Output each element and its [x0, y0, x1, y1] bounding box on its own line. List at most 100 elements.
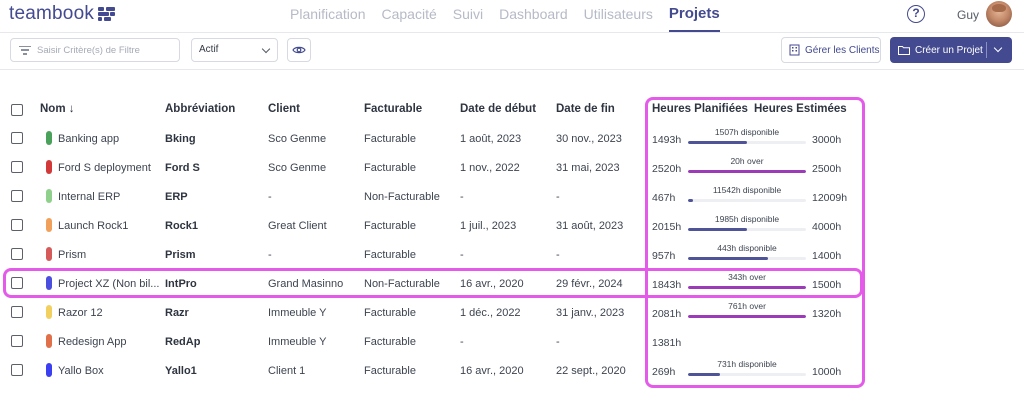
- select-all-checkbox[interactable]: [11, 104, 23, 116]
- user-name[interactable]: Guy: [957, 8, 979, 22]
- project-billable: Facturable: [364, 249, 416, 261]
- nav-projets[interactable]: Projets: [668, 0, 720, 32]
- project-color-swatch: [46, 218, 52, 232]
- project-abbreviation: Ford S: [165, 162, 200, 174]
- project-color-swatch: [46, 189, 52, 203]
- table-row[interactable]: Razor 12 Razr Immeuble Y Facturable 1 déc., …: [0, 298, 1024, 327]
- table-row[interactable]: Ford S deployment Ford S Sco Genme Facturab…: [0, 153, 1024, 182]
- row-highlight: [3, 268, 863, 298]
- project-start-date: 1 juil., 2023: [460, 220, 517, 232]
- project-name[interactable]: Redesign App: [58, 336, 127, 348]
- header-name[interactable]: Nom ↓: [40, 103, 75, 115]
- row-checkbox[interactable]: [11, 364, 23, 376]
- project-start-date: 1 déc., 2022: [460, 307, 521, 319]
- create-project-button[interactable]: Créer un Projet: [890, 37, 1012, 63]
- top-navigation: teambook Planification Capacité Suivi Da…: [0, 0, 1024, 33]
- row-checkbox[interactable]: [11, 190, 23, 202]
- manage-clients-button[interactable]: Gérer les Clients: [781, 37, 881, 63]
- status-value: Actif: [199, 44, 219, 55]
- project-client: Sco Genme: [268, 162, 327, 174]
- nav-planification[interactable]: Planification: [290, 0, 366, 32]
- project-abbreviation: Yallo1: [165, 365, 197, 377]
- header-billable[interactable]: Facturable: [364, 103, 422, 115]
- project-name[interactable]: Launch Rock1: [58, 220, 128, 232]
- project-client: Sco Genme: [268, 133, 327, 145]
- project-start-date: 1 nov., 2022: [460, 162, 520, 174]
- project-end-date: -: [556, 249, 560, 261]
- project-billable: Facturable: [364, 133, 416, 145]
- project-start-date: 1 août, 2023: [460, 133, 522, 145]
- project-end-date: 30 nov., 2023: [556, 133, 622, 145]
- row-checkbox[interactable]: [11, 161, 23, 173]
- project-name[interactable]: Yallo Box: [58, 365, 104, 377]
- table-row[interactable]: Internal ERP ERP - Non-Facturable - -467h 1154…: [0, 182, 1024, 211]
- project-end-date: -: [556, 336, 560, 348]
- visibility-toggle-button[interactable]: [287, 38, 311, 62]
- project-color-swatch: [46, 247, 52, 261]
- project-client: Client 1: [268, 365, 306, 377]
- project-color-swatch: [46, 334, 52, 348]
- table-row[interactable]: Prism Prism - Facturable - -957h 443h disponib…: [0, 240, 1024, 269]
- folder-icon: [898, 46, 910, 55]
- nav-dashboard[interactable]: Dashboard: [499, 0, 568, 32]
- project-end-date: 31 août, 2023: [556, 220, 624, 232]
- row-checkbox[interactable]: [11, 248, 23, 260]
- row-checkbox[interactable]: [11, 132, 23, 144]
- project-color-swatch: [46, 363, 52, 377]
- project-start-date: -: [460, 249, 464, 261]
- project-abbreviation: Bking: [165, 133, 196, 145]
- header-start-date[interactable]: Date de début: [460, 103, 536, 115]
- project-start-date: 16 avr., 2020: [460, 365, 524, 377]
- project-name[interactable]: Razor 12: [58, 307, 103, 319]
- row-checkbox[interactable]: [11, 306, 23, 318]
- project-name[interactable]: Ford S deployment: [58, 162, 151, 174]
- table-row[interactable]: Launch Rock1 Rock1 Great Client Facturable 1…: [0, 211, 1024, 240]
- manage-clients-label: Gérer les Clients: [805, 44, 880, 56]
- project-billable: Facturable: [364, 365, 416, 377]
- table-row[interactable]: Banking app Bking Sco Genme Facturable 1 aoû…: [0, 124, 1024, 153]
- create-project-label: Créer un Projet: [915, 44, 983, 56]
- table-header: Nom ↓ Abbréviation Client Facturable Dat…: [0, 95, 1024, 125]
- hours-columns-highlight: [645, 97, 865, 388]
- project-end-date: -: [556, 191, 560, 203]
- project-client: -: [268, 191, 272, 203]
- main-nav: Planification Capacité Suivi Dashboard U…: [290, 0, 736, 32]
- filter-input[interactable]: [37, 44, 167, 56]
- project-billable: Facturable: [364, 307, 416, 319]
- filter-icon: [19, 45, 31, 55]
- nav-suivi[interactable]: Suivi: [453, 0, 483, 32]
- eye-icon: [292, 46, 306, 54]
- row-checkbox[interactable]: [11, 335, 23, 347]
- project-client: Great Client: [268, 220, 327, 232]
- project-color-swatch: [46, 131, 52, 145]
- nav-capacite[interactable]: Capacité: [382, 0, 437, 32]
- project-start-date: -: [460, 191, 464, 203]
- row-checkbox[interactable]: [11, 219, 23, 231]
- project-client: Immeuble Y: [268, 336, 327, 348]
- header-abbreviation[interactable]: Abbréviation: [165, 103, 235, 115]
- project-name[interactable]: Banking app: [58, 133, 119, 145]
- filter-field[interactable]: [10, 38, 180, 62]
- project-start-date: -: [460, 336, 464, 348]
- project-end-date: 22 sept., 2020: [556, 365, 626, 377]
- project-end-date: 31 mai, 2023: [556, 162, 620, 174]
- chevron-down-icon[interactable]: [993, 43, 1003, 53]
- project-billable: Facturable: [364, 162, 416, 174]
- status-dropdown[interactable]: Actif: [191, 38, 278, 62]
- logo-mark-icon: [98, 7, 116, 21]
- project-name[interactable]: Internal ERP: [58, 191, 120, 203]
- table-row[interactable]: Yallo Box Yallo1 Client 1 Facturable 16 avr.…: [0, 356, 1024, 385]
- project-billable: Non-Facturable: [364, 191, 440, 203]
- project-end-date: 31 janv., 2023: [556, 307, 625, 319]
- nav-utilisateurs[interactable]: Utilisateurs: [584, 0, 653, 32]
- project-name[interactable]: Prism: [58, 249, 86, 261]
- header-client[interactable]: Client: [268, 103, 300, 115]
- help-icon[interactable]: ?: [907, 5, 925, 23]
- table-row[interactable]: Redesign App RedAp Immeuble Y Facturable - -1…: [0, 327, 1024, 356]
- project-billable: Facturable: [364, 220, 416, 232]
- project-abbreviation: Razr: [165, 307, 189, 319]
- avatar[interactable]: [986, 1, 1012, 27]
- header-end-date[interactable]: Date de fin: [556, 103, 615, 115]
- teambook-logo[interactable]: teambook: [9, 3, 116, 25]
- logo-text: teambook: [9, 3, 95, 24]
